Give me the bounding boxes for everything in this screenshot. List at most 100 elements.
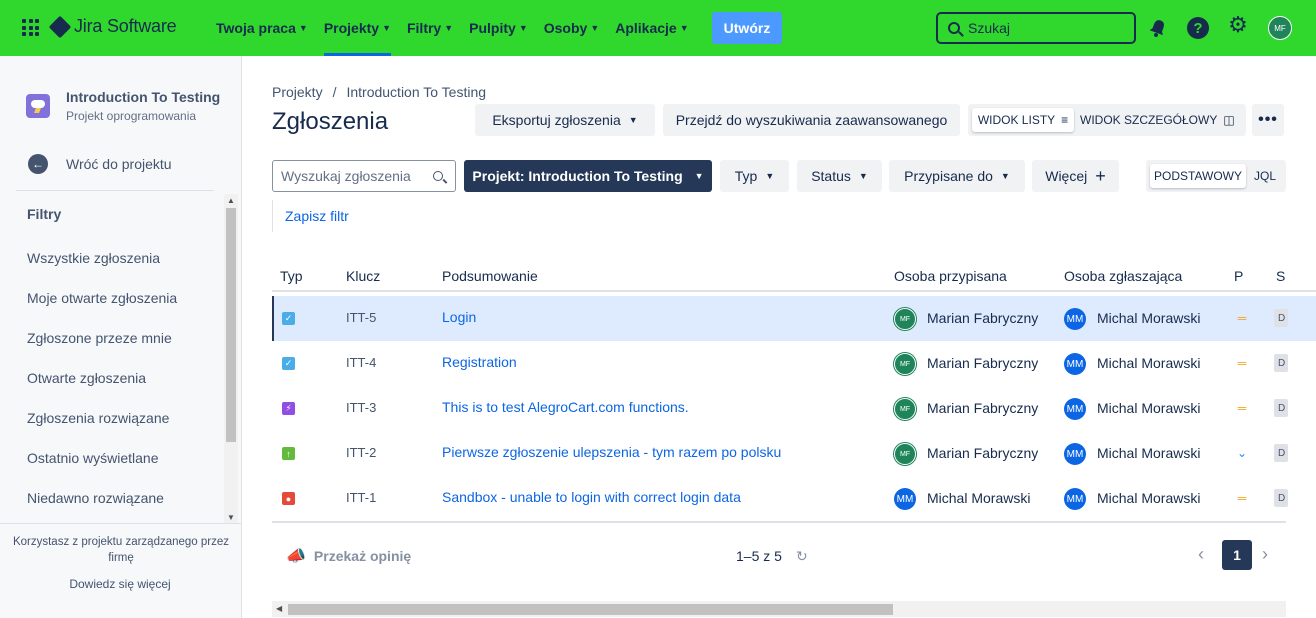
breadcrumb: Projekty / Introduction To Testing: [272, 84, 486, 100]
more-actions-button[interactable]: •••: [1252, 104, 1284, 136]
user-avatar[interactable]: MF: [1268, 16, 1292, 40]
breadcrumb-separator: /: [332, 84, 337, 100]
column-header-priority[interactable]: P: [1234, 268, 1243, 284]
scroll-up-icon[interactable]: ▲: [227, 196, 235, 205]
chevron-down-icon: ▼: [628, 115, 638, 125]
learn-more-link[interactable]: Dowiedz się więcej: [0, 577, 240, 591]
feedback-button[interactable]: 📣 Przekaż opinię: [286, 546, 411, 566]
help-icon[interactable]: ?: [1187, 17, 1209, 39]
refresh-icon[interactable]: ↻: [796, 548, 808, 565]
status-lozenge: D: [1274, 309, 1288, 327]
detail-view-button[interactable]: WIDOK SZCZEGÓŁOWY ◫: [1080, 108, 1235, 132]
nav-osoby[interactable]: Osoby ▼: [536, 0, 608, 56]
basic-mode-button[interactable]: PODSTAWOWY: [1150, 164, 1246, 188]
chevron-down-icon: ▼: [765, 171, 775, 181]
issue-summary[interactable]: Sandbox - unable to login with correct l…: [442, 489, 741, 505]
scrollbar-thumb[interactable]: [226, 208, 236, 442]
issue-search[interactable]: [272, 160, 456, 192]
table-row[interactable]: ⚡ ITT-3 This is to test AlegroCart.com f…: [272, 386, 1316, 431]
column-header-key[interactable]: Klucz: [346, 268, 380, 284]
column-header-assignee[interactable]: Osoba przypisana: [894, 268, 1007, 284]
nav-projekty[interactable]: Projekty ▼: [316, 0, 399, 56]
export-issues-button[interactable]: Eksportuj zgłoszenia ▼: [475, 104, 655, 136]
sidebar-item-reported-by-me[interactable]: Zgłoszone przeze mnie: [27, 330, 172, 346]
app-switcher-icon[interactable]: [22, 19, 39, 36]
column-header-summary[interactable]: Podsumowanie: [442, 268, 538, 284]
advanced-search-button[interactable]: Przejdź do wyszukiwania zaawansowanego: [663, 104, 960, 136]
global-search-input[interactable]: [968, 20, 1118, 36]
issue-search-input[interactable]: [281, 168, 429, 184]
more-filters-button[interactable]: Więcej +: [1032, 160, 1119, 192]
reporter-name: Michal Morawski: [1097, 310, 1201, 326]
settings-gear-icon[interactable]: ⚙: [1227, 12, 1249, 37]
save-filter-link[interactable]: Zapisz filtr: [285, 208, 349, 224]
table-row[interactable]: ● ITT-1 Sandbox - unable to login with c…: [272, 476, 1316, 521]
notifications-icon[interactable]: [1147, 17, 1169, 39]
nav-twoja-praca[interactable]: Twoja praca ▼: [208, 0, 316, 56]
horizontal-scrollbar[interactable]: ◀: [272, 601, 1286, 617]
jira-logo[interactable]: Jira Software: [48, 15, 177, 38]
result-count: 1–5 z 5 ↻: [736, 548, 808, 565]
bug-type-icon: ●: [282, 492, 295, 505]
assignee-filter-label: Przypisane do: [904, 168, 993, 184]
issue-key[interactable]: ITT-4: [346, 355, 376, 370]
back-to-project-link[interactable]: ← Wróć do projektu: [28, 154, 172, 174]
issue-summary[interactable]: Login: [442, 309, 476, 325]
type-filter-button[interactable]: Typ ▼: [720, 160, 789, 192]
status-filter-button[interactable]: Status ▼: [797, 160, 882, 192]
epic-type-icon: ⚡: [282, 402, 295, 415]
list-view-button[interactable]: WIDOK LISTY ≡: [972, 108, 1074, 132]
previous-page-chevron-icon[interactable]: ‹: [1198, 544, 1204, 565]
filters-heading: Filtry: [27, 206, 62, 222]
sidebar-item-all-issues[interactable]: Wszystkie zgłoszenia: [27, 250, 160, 266]
sidebar-item-my-open[interactable]: Moje otwarte zgłoszenia: [27, 290, 177, 306]
issue-key[interactable]: ITT-1: [346, 490, 376, 505]
issue-summary[interactable]: Registration: [442, 354, 517, 370]
breadcrumb-project[interactable]: Introduction To Testing: [346, 84, 486, 100]
nav-label: Twoja praca: [216, 20, 296, 36]
jira-logo-icon: [48, 15, 72, 38]
project-filter-button[interactable]: Projekt: Introduction To Testing ▼: [464, 160, 712, 192]
jql-mode-button[interactable]: JQL: [1254, 164, 1276, 188]
priority-medium-icon: ═: [1237, 491, 1247, 505]
nav-aplikacje[interactable]: Aplikacje ▼: [607, 0, 696, 56]
priority-low-icon: ⌄: [1236, 446, 1248, 460]
issue-summary[interactable]: Pierwsze zgłoszenie ulepszenia - tym raz…: [442, 444, 781, 460]
nav-label: Projekty: [323, 20, 380, 36]
issue-key[interactable]: ITT-3: [346, 400, 376, 415]
chevron-down-icon: ▼: [444, 23, 454, 33]
table-row[interactable]: ✓ ITT-5 Login MF Marian Fabryczny MM Mic…: [272, 296, 1316, 341]
issue-key[interactable]: ITT-2: [346, 445, 376, 460]
reporter-name: Michal Morawski: [1097, 400, 1201, 416]
table-row[interactable]: ↑ ITT-2 Pierwsze zgłoszenie ulepszenia -…: [272, 431, 1316, 476]
issue-key[interactable]: ITT-5: [346, 310, 376, 325]
divider: [16, 190, 214, 191]
sidebar-item-recently-viewed[interactable]: Ostatnio wyświetlane: [27, 450, 159, 466]
scroll-left-icon[interactable]: ◀: [276, 604, 282, 613]
assignee-avatar: MF: [894, 398, 916, 420]
scrollbar-thumb[interactable]: [288, 604, 893, 615]
current-page-button[interactable]: 1: [1222, 540, 1252, 570]
column-header-reporter[interactable]: Osoba zgłaszająca: [1064, 268, 1182, 284]
top-navigation-bar: Jira Software Twoja praca ▼ Projekty ▼ Fil…: [0, 0, 1316, 56]
create-button[interactable]: Utwórz: [712, 12, 782, 44]
chevron-down-icon: ▼: [694, 171, 704, 181]
nav-filtry[interactable]: Filtry ▼: [399, 0, 461, 56]
issue-summary[interactable]: This is to test AlegroCart.com functions…: [442, 399, 689, 415]
nav-pulpity[interactable]: Pulpity ▼: [461, 0, 536, 56]
arrow-left-icon: ←: [28, 154, 48, 174]
sidebar-project-name[interactable]: Introduction To Testing: [66, 89, 220, 105]
sidebar-item-recently-resolved[interactable]: Niedawno rozwiązane: [27, 490, 164, 506]
column-header-type[interactable]: Typ: [280, 268, 303, 284]
sidebar-item-open[interactable]: Otwarte zgłoszenia: [27, 370, 146, 386]
assignee-filter-button[interactable]: Przypisane do ▼: [889, 160, 1025, 192]
global-search[interactable]: [936, 12, 1136, 44]
table-row[interactable]: ✓ ITT-4 Registration MF Marian Fabryczny…: [272, 341, 1316, 386]
next-page-chevron-icon[interactable]: ›: [1262, 544, 1268, 565]
column-header-status[interactable]: S: [1276, 268, 1285, 284]
sidebar-scrollbar[interactable]: ▲ ▼: [224, 194, 238, 524]
assignee-name: Marian Fabryczny: [927, 310, 1039, 326]
sidebar-item-resolved[interactable]: Zgłoszenia rozwiązane: [27, 410, 169, 426]
breadcrumb-projects[interactable]: Projekty: [272, 84, 323, 100]
scroll-down-icon[interactable]: ▼: [227, 513, 235, 522]
